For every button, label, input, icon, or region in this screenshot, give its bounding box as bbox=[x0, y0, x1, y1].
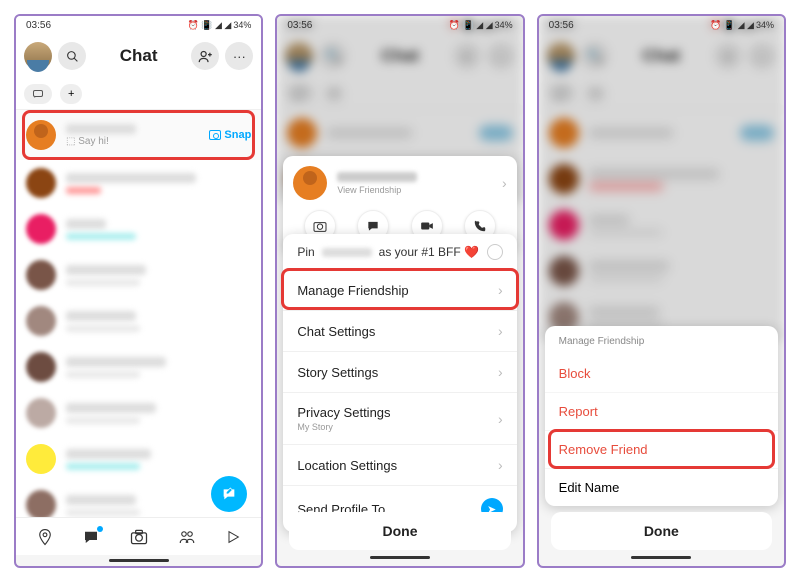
chat-row-highlighted[interactable]: ⬚ Say hi! Snap bbox=[16, 110, 261, 160]
chevron-right-icon: › bbox=[498, 364, 503, 380]
pin-bff-row[interactable]: Pin as your #1 BFF ❤️ bbox=[283, 234, 516, 270]
view-friendship-label: View Friendship bbox=[337, 185, 492, 195]
camera-icon bbox=[209, 130, 221, 140]
chat-settings-item[interactable]: Chat Settings› bbox=[283, 311, 516, 352]
chat-row[interactable] bbox=[16, 298, 261, 344]
chevron-right-icon: › bbox=[502, 175, 507, 191]
chevron-right-icon: › bbox=[498, 323, 503, 339]
statusbar: 03:56 ⏰ 📳 ◢ ◢ 34% bbox=[16, 16, 261, 34]
panel-1-chat-list: 03:56 ⏰ 📳 ◢ ◢ 34% Chat ··· + ⬚ Say hi! S… bbox=[14, 14, 263, 568]
more-button[interactable]: ··· bbox=[225, 42, 253, 70]
done-button[interactable]: Done bbox=[289, 512, 510, 550]
nav-spotlight-icon[interactable] bbox=[225, 529, 241, 545]
block-item[interactable]: Block bbox=[545, 355, 778, 393]
panel-2-friend-menu: 03:56⏰ 📳 ◢ ◢ 34% 🔍Chat+··· 💬+ 03:56 ⏰ 📳 … bbox=[275, 14, 524, 568]
nav-stories-icon[interactable] bbox=[177, 528, 197, 546]
chat-row[interactable] bbox=[16, 252, 261, 298]
chat-row[interactable] bbox=[16, 344, 261, 390]
manage-friendship-sheet: Manage Friendship Block Report Remove Fr… bbox=[545, 326, 778, 506]
filter-pill[interactable] bbox=[24, 84, 52, 104]
statusbar: 03:56 ⏰ 📳 ◢ ◢ 34% bbox=[539, 16, 784, 34]
friend-avatar-icon bbox=[293, 166, 327, 200]
filter-bar: + bbox=[16, 78, 261, 110]
statusbar: 03:56 ⏰ 📳 ◢ ◢ 34% bbox=[277, 16, 522, 34]
add-friend-button[interactable] bbox=[191, 42, 219, 70]
home-indicator bbox=[370, 556, 430, 559]
friend-avatar-icon bbox=[26, 120, 56, 150]
nav-camera-icon[interactable] bbox=[129, 527, 149, 547]
chat-list: ⬚ Say hi! Snap bbox=[16, 110, 261, 517]
search-button[interactable] bbox=[58, 42, 86, 70]
nav-chat-icon[interactable] bbox=[82, 528, 100, 546]
friend-name-blurred bbox=[322, 248, 372, 257]
status-time: 03:56 bbox=[26, 20, 51, 31]
sheet-title: Manage Friendship bbox=[545, 336, 778, 355]
location-settings-item[interactable]: Location Settings› bbox=[283, 445, 516, 486]
add-filter-pill[interactable]: + bbox=[60, 84, 82, 104]
status-icons: ⏰ 📳 ◢ ◢ 34% bbox=[188, 20, 252, 31]
done-button[interactable]: Done bbox=[551, 512, 772, 550]
story-settings-item[interactable]: Story Settings› bbox=[283, 352, 516, 393]
friend-name-blurred bbox=[66, 124, 136, 134]
say-hi-label: ⬚ Say hi! bbox=[66, 136, 199, 147]
snap-badge[interactable]: Snap bbox=[209, 129, 251, 141]
add-friend-icon bbox=[198, 49, 213, 64]
chevron-right-icon: › bbox=[498, 411, 503, 427]
view-friendship-row[interactable]: View Friendship › bbox=[293, 166, 506, 200]
friend-name-blurred bbox=[337, 172, 417, 182]
manage-friendship-item[interactable]: Manage Friendship› bbox=[283, 270, 516, 311]
header-title: Chat bbox=[92, 46, 185, 66]
chat-row[interactable] bbox=[16, 160, 261, 206]
panel-3-manage-friendship: 03:56⏰ 📳 ◢ ◢ 34% 🔍Chat+··· 💬+ 03:56 ⏰ 📳 … bbox=[537, 14, 786, 568]
chat-row[interactable] bbox=[16, 390, 261, 436]
radio-unchecked-icon bbox=[487, 244, 503, 260]
chat-filter-icon bbox=[32, 88, 44, 100]
friend-menu-sheet: Pin as your #1 BFF ❤️ Manage Friendship›… bbox=[283, 234, 516, 532]
remove-friend-item[interactable]: Remove Friend bbox=[545, 431, 778, 469]
home-indicator bbox=[631, 556, 691, 559]
chevron-right-icon: › bbox=[498, 457, 503, 473]
chat-header: Chat ··· bbox=[16, 34, 261, 78]
profile-avatar-icon[interactable] bbox=[24, 42, 52, 70]
bottom-nav bbox=[16, 517, 261, 555]
chat-row[interactable] bbox=[16, 436, 261, 482]
chevron-right-icon: › bbox=[498, 282, 503, 298]
nav-map-icon[interactable] bbox=[36, 528, 54, 546]
privacy-settings-item[interactable]: Privacy SettingsMy Story› bbox=[283, 393, 516, 445]
chat-row[interactable] bbox=[16, 206, 261, 252]
new-chat-icon bbox=[221, 486, 237, 502]
search-icon bbox=[66, 50, 79, 63]
report-item[interactable]: Report bbox=[545, 393, 778, 431]
edit-name-item[interactable]: Edit Name bbox=[545, 469, 778, 506]
home-indicator bbox=[109, 559, 169, 562]
